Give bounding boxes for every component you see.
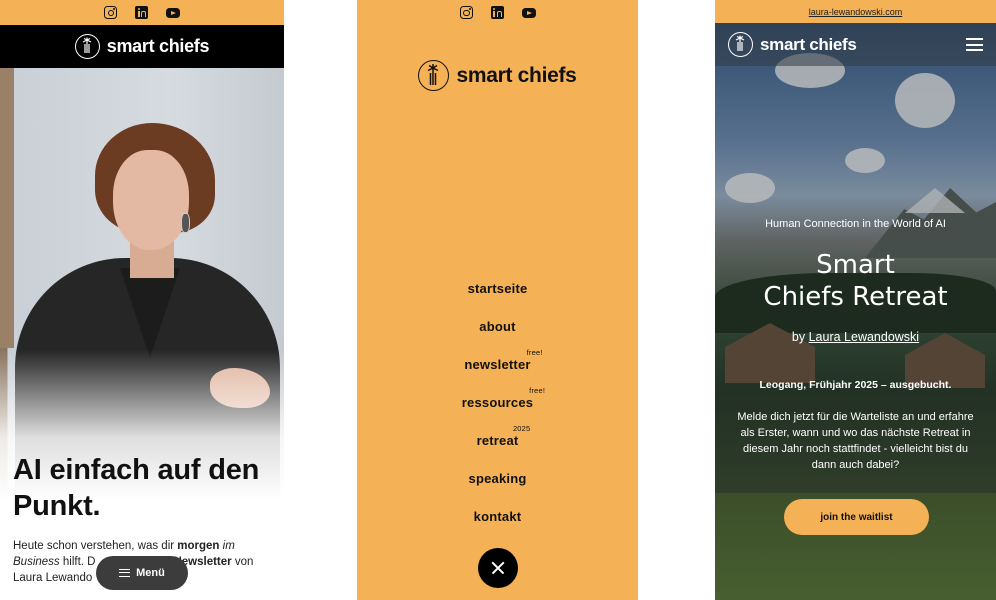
main-nav: startseite about newsletter free! ressour… (357, 272, 638, 538)
hamburger-icon (119, 569, 131, 577)
free-badge: free! (529, 386, 546, 395)
youtube-icon[interactable] (166, 8, 180, 18)
menu-button-label: Menü (136, 567, 165, 579)
hero-location: Leogang, Frühjahr 2025 – ausgebucht. (759, 379, 952, 391)
hero-description: Melde dich jetzt für die Warteliste an u… (737, 411, 974, 471)
instagram-icon[interactable] (104, 6, 117, 19)
brand-logo[interactable]: smart chiefs (418, 60, 577, 91)
palm-logo-icon (728, 32, 753, 57)
brand-name: smart chiefs (106, 36, 210, 56)
nav-item-startseite[interactable]: startseite (357, 272, 638, 310)
brand-logo[interactable]: smart chiefs (728, 32, 857, 57)
retreat-screen: laura-lewandowski.com smart chiefs Human… (715, 0, 996, 600)
nav-item-kontakt[interactable]: kontakt (357, 500, 638, 538)
nav-item-newsletter[interactable]: newsletter free! (357, 348, 638, 386)
youtube-icon[interactable] (521, 8, 536, 18)
hero-title: Smart Chiefs Retreat (763, 250, 948, 312)
instagram-icon[interactable] (459, 6, 473, 19)
nav-item-about[interactable]: about (357, 310, 638, 348)
nav-item-ressources[interactable]: ressources free! (357, 386, 638, 424)
nav-item-speaking[interactable]: speaking (357, 462, 638, 500)
top-link-bar: laura-lewandowski.com (715, 0, 996, 23)
brand-name: smart chiefs (760, 34, 857, 54)
hero-byline: by Laura Lewandowski (791, 330, 920, 344)
brand-name: smart chiefs (456, 63, 577, 87)
site-header: smart chiefs (715, 23, 996, 66)
year-badge: 2025 (512, 424, 531, 433)
free-badge: free! (526, 348, 543, 357)
linkedin-icon[interactable] (490, 6, 504, 19)
nav-item-retreat[interactable]: retreat 2025 (357, 424, 638, 462)
hero-kicker: Human Connection in the World of AI (765, 218, 946, 230)
author-link[interactable]: Laura Lewandowski (809, 330, 920, 344)
join-waitlist-button[interactable]: join the waitlist (784, 499, 929, 535)
social-bar (0, 0, 284, 25)
linkedin-icon[interactable] (135, 6, 148, 19)
home-screen: smart chiefs AI einfach auf den Punkt. H… (0, 0, 284, 600)
close-menu-button[interactable] (478, 548, 518, 588)
brand-logo[interactable]: smart chiefs (74, 34, 210, 59)
palm-logo-icon (418, 60, 450, 91)
palm-logo-icon (74, 34, 100, 59)
hamburger-menu-icon[interactable] (966, 38, 983, 51)
menu-screen: smart chiefs startseite about newsletter… (357, 0, 638, 600)
social-bar (357, 0, 638, 25)
menu-button[interactable]: Menü (96, 556, 188, 590)
site-link[interactable]: laura-lewandowski.com (809, 7, 903, 17)
hero-headline: AI einfach auf den Punkt. (13, 454, 260, 522)
site-header: smart chiefs (0, 25, 284, 68)
